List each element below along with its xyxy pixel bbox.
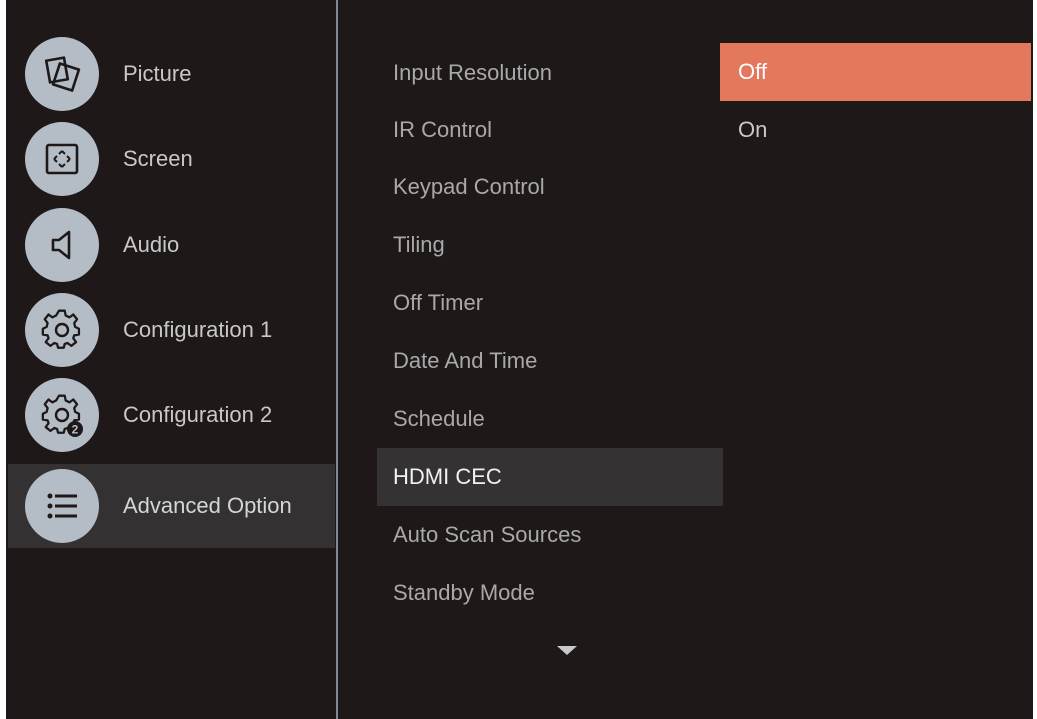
sidebar-item-screen[interactable]: Screen bbox=[8, 117, 335, 201]
sidebar-item-label: Advanced Option bbox=[123, 493, 292, 518]
menu-item-off-timer[interactable]: Off Timer bbox=[377, 274, 723, 332]
option-on[interactable]: On bbox=[720, 101, 1031, 159]
sidebar-item-picture[interactable]: Picture bbox=[8, 32, 335, 116]
screen-icon bbox=[25, 122, 99, 196]
menu-item-label: Input Resolution bbox=[393, 60, 552, 85]
menu-item-label: Off Timer bbox=[393, 290, 484, 315]
picture-icon bbox=[25, 37, 99, 111]
sidebar-item-advanced-option[interactable]: Advanced Option bbox=[8, 464, 335, 548]
menu-item-date-and-time[interactable]: Date And Time bbox=[377, 332, 723, 390]
menu-item-label: Schedule bbox=[393, 406, 485, 431]
sidebar-item-label: Picture bbox=[123, 61, 192, 86]
sidebar-item-label: Configuration 2 bbox=[123, 402, 273, 427]
menu-item-ir-control[interactable]: IR Control bbox=[377, 101, 723, 159]
sidebar-item-label: Configuration 1 bbox=[123, 317, 273, 342]
list-icon bbox=[25, 469, 99, 543]
option-off[interactable]: Off bbox=[720, 43, 1031, 101]
chevron-down-icon[interactable] bbox=[557, 646, 577, 655]
badge-number: 2 bbox=[72, 423, 79, 437]
option-label: Off bbox=[738, 59, 767, 84]
menu-item-keypad-control[interactable]: Keypad Control bbox=[377, 158, 723, 216]
menu-item-label: Auto Scan Sources bbox=[393, 522, 582, 547]
option-label: On bbox=[738, 117, 768, 142]
menu-item-label: Tiling bbox=[393, 232, 445, 257]
gear-2-icon: 2 bbox=[25, 378, 99, 452]
audio-icon bbox=[25, 208, 99, 282]
menu-item-label: HDMI CEC bbox=[393, 464, 502, 489]
gear-icon bbox=[25, 293, 99, 367]
sidebar-item-audio[interactable]: Audio bbox=[8, 203, 335, 287]
menu-item-auto-scan-sources[interactable]: Auto Scan Sources bbox=[377, 506, 723, 564]
menu-item-schedule[interactable]: Schedule bbox=[377, 390, 723, 448]
menu-item-label: Date And Time bbox=[393, 348, 538, 373]
menu-item-hdmi-cec[interactable]: HDMI CEC bbox=[377, 448, 723, 506]
sidebar-item-configuration-2[interactable]: 2 Configuration 2 bbox=[8, 373, 335, 457]
menu-item-tiling[interactable]: Tiling bbox=[377, 216, 723, 274]
menu-item-label: Keypad Control bbox=[393, 174, 545, 199]
menu-item-label: IR Control bbox=[393, 117, 493, 142]
sidebar-item-label: Audio bbox=[123, 232, 180, 257]
sidebar-item-configuration-1[interactable]: Configuration 1 bbox=[8, 288, 335, 372]
menu-item-standby-mode[interactable]: Standby Mode bbox=[377, 564, 723, 622]
panel-divider bbox=[336, 0, 338, 719]
sidebar-item-label: Screen bbox=[123, 146, 193, 171]
menu-item-label: Standby Mode bbox=[393, 580, 535, 605]
menu-item-input-resolution[interactable]: Input Resolution bbox=[377, 44, 723, 102]
